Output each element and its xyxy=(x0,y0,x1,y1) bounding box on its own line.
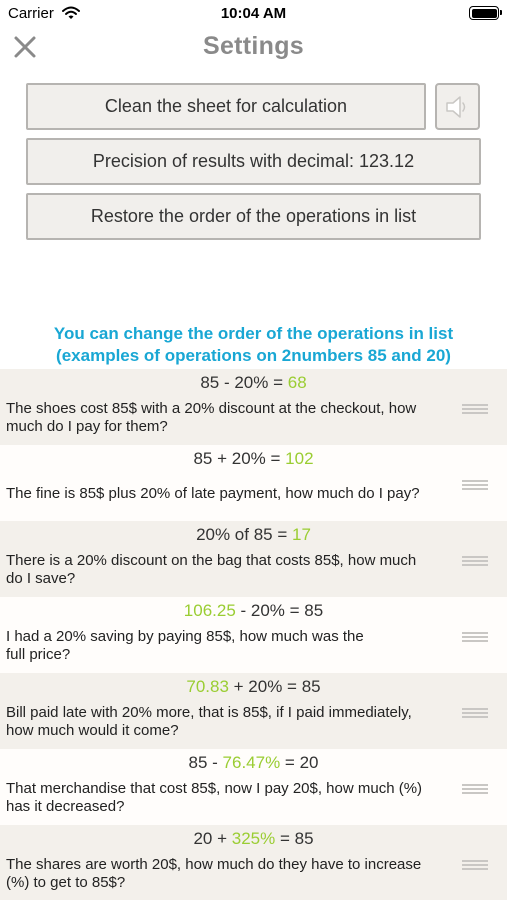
operation-formula: 85 - 76.47% = 20 xyxy=(0,753,507,773)
list-item[interactable]: 85 - 76.47% = 20 That merchandise that c… xyxy=(0,749,507,825)
description-line: The fine is 85$ plus 20% of late payment… xyxy=(6,485,420,502)
info-line-2: (examples of operations on 2numbers 85 a… xyxy=(56,346,451,365)
operation-description: The shares are worth 20$, how much do th… xyxy=(6,856,451,892)
description-line: has it decreased? xyxy=(6,798,125,815)
clean-sheet-button[interactable]: Clean the sheet for calculation xyxy=(26,83,426,130)
formula-result: 76.47% xyxy=(222,753,281,772)
list-item[interactable]: 85 + 20% = 102 The fine is 85$ plus 20% … xyxy=(0,445,507,521)
operation-description: I had a 20% saving by paying 85$, how mu… xyxy=(6,628,451,664)
formula-text: + 20% = 85 xyxy=(228,677,321,696)
description-line: how much would it come? xyxy=(6,722,179,739)
formula-text: = 20 xyxy=(280,753,319,772)
formula-result: 325% xyxy=(231,829,276,848)
formula-text: 85 - xyxy=(188,753,223,772)
page-title: Settings xyxy=(202,32,305,60)
drag-handle-icon[interactable] xyxy=(462,708,488,718)
operation-formula: 85 + 20% = 102 xyxy=(0,449,507,469)
formula-result: 17 xyxy=(292,525,311,544)
operation-formula: 85 - 20% = 68 xyxy=(0,373,507,393)
operation-formula: 106.25 - 20% = 85 xyxy=(0,601,507,621)
operation-formula: 20% of 85 = 17 xyxy=(0,525,507,545)
description-line: That merchandise that cost 85$, now I pa… xyxy=(6,780,423,797)
formula-result: 102 xyxy=(285,449,314,468)
drag-handle-icon[interactable] xyxy=(462,632,488,642)
status-bar: Carrier 10:04 AM xyxy=(0,0,507,28)
formula-text: 20 + xyxy=(193,829,232,848)
reorder-info: You can change the order of the operatio… xyxy=(0,323,507,367)
description-line: full price? xyxy=(6,646,71,663)
speaker-icon xyxy=(445,95,465,118)
operation-description: The shoes cost 85$ with a 20% discount a… xyxy=(6,400,451,436)
formula-text: - 20% = 85 xyxy=(235,601,324,620)
description-line: do I save? xyxy=(6,570,76,587)
battery-icon xyxy=(469,6,502,20)
formula-text: = 85 xyxy=(275,829,314,848)
description-line: I had a 20% saving by paying 85$, how mu… xyxy=(6,628,364,645)
description-line: There is a 20% discount on the bag that … xyxy=(6,552,417,569)
operation-description: There is a 20% discount on the bag that … xyxy=(6,552,451,588)
formula-text: 20% of 85 = xyxy=(196,525,292,544)
description-line: much do I pay for them? xyxy=(6,418,168,435)
description-line: The shares are worth 20$, how much do th… xyxy=(6,856,422,873)
drag-handle-icon[interactable] xyxy=(462,556,488,566)
list-item[interactable]: 20% of 85 = 17 There is a 20% discount o… xyxy=(0,521,507,597)
operation-formula: 70.83 + 20% = 85 xyxy=(0,677,507,697)
description-line: (%) to get to 85$? xyxy=(6,874,126,891)
drag-handle-icon[interactable] xyxy=(462,480,488,490)
precision-button[interactable]: Precision of results with decimal: 123.1… xyxy=(26,138,481,185)
restore-order-button[interactable]: Restore the order of the operations in l… xyxy=(26,193,481,240)
formula-text: 85 + 20% = xyxy=(193,449,286,468)
list-item[interactable]: 70.83 + 20% = 85 Bill paid late with 20%… xyxy=(0,673,507,749)
formula-result: 106.25 xyxy=(183,601,236,620)
operation-formula: 20 + 325% = 85 xyxy=(0,829,507,849)
list-item[interactable]: 20 + 325% = 85 The shares are worth 20$,… xyxy=(0,825,507,900)
list-item[interactable]: 85 - 20% = 68 The shoes cost 85$ with a … xyxy=(0,369,507,445)
drag-handle-icon[interactable] xyxy=(462,404,488,414)
operation-description: The fine is 85$ plus 20% of late payment… xyxy=(6,485,451,503)
description-line: The shoes cost 85$ with a 20% discount a… xyxy=(6,400,417,417)
drag-handle-icon[interactable] xyxy=(462,860,488,870)
operations-list: 85 - 20% = 68 The shoes cost 85$ with a … xyxy=(0,369,507,900)
sound-toggle-button[interactable] xyxy=(435,83,480,130)
formula-result: 68 xyxy=(287,373,307,392)
operation-description: Bill paid late with 20% more, that is 85… xyxy=(6,704,451,740)
info-line-1: You can change the order of the operatio… xyxy=(53,324,454,343)
clock: 10:04 AM xyxy=(220,5,287,22)
list-item[interactable]: 106.25 - 20% = 85 I had a 20% saving by … xyxy=(0,597,507,673)
description-line: Bill paid late with 20% more, that is 85… xyxy=(6,704,412,721)
operation-description: That merchandise that cost 85$, now I pa… xyxy=(6,780,451,816)
formula-text: 85 - 20% = xyxy=(200,373,288,392)
drag-handle-icon[interactable] xyxy=(462,784,488,794)
formula-result: 70.83 xyxy=(186,677,229,696)
